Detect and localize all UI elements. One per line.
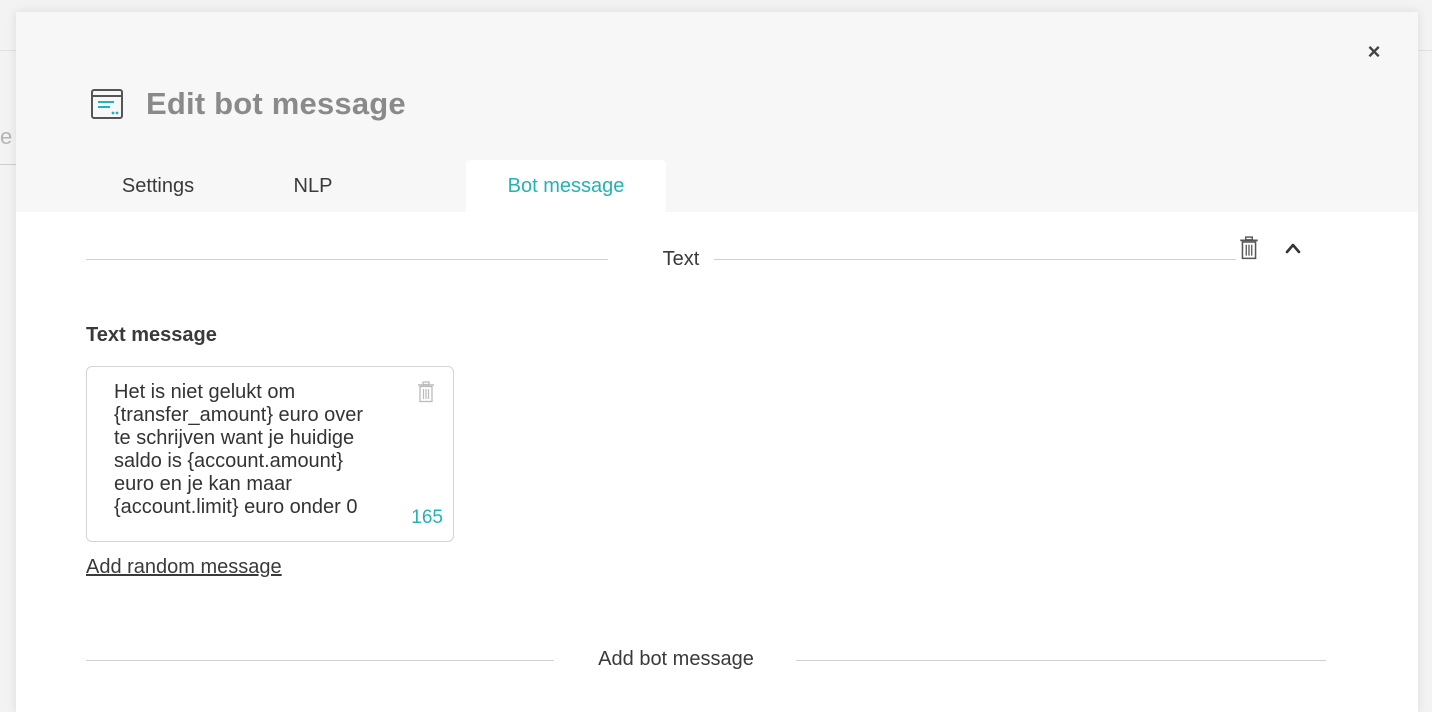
add-random-message-link[interactable]: Add random message [86, 556, 282, 579]
close-button[interactable]: × [1362, 40, 1386, 64]
background-partial-text: e [0, 124, 13, 149]
divider [796, 660, 1326, 661]
trash-icon[interactable] [417, 381, 435, 403]
edit-bot-message-modal: × Edit bot message Settings NLP Bot mess… [16, 12, 1418, 712]
chevron-up-icon[interactable] [1283, 238, 1303, 258]
trash-icon[interactable] [1239, 236, 1259, 260]
tab-bar: Settings NLP Bot message [76, 160, 680, 212]
character-count: 165 [411, 507, 443, 528]
add-bot-message-button[interactable]: Add bot message [566, 648, 786, 671]
divider [86, 259, 608, 260]
tab-settings[interactable]: Settings [76, 160, 240, 212]
divider [86, 660, 554, 661]
text-message-label: Text message [86, 324, 217, 346]
text-message-input[interactable]: Het is niet gelukt om {transfer_amount} … [86, 366, 454, 542]
modal-title: Edit bot message [146, 86, 406, 121]
tab-bot-message[interactable]: Bot message [466, 160, 666, 212]
divider [714, 259, 1236, 260]
background-input-line [0, 164, 16, 165]
message-window-icon [91, 89, 123, 119]
tab-nlp[interactable]: NLP [254, 160, 372, 212]
modal-header: Edit bot message [90, 84, 406, 124]
text-message-value[interactable]: Het is niet gelukt om {transfer_amount} … [114, 381, 414, 519]
add-bot-message-row: Add bot message [86, 648, 1326, 672]
bot-message-panel: Text Text message Het is niet gelukt om … [16, 212, 1418, 712]
text-section-header: Text [86, 248, 1256, 272]
